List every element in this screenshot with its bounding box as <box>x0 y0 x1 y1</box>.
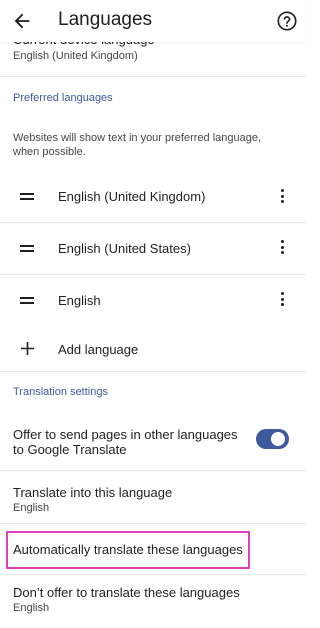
divider <box>0 371 306 372</box>
translate-into-language-row[interactable]: Translate into this language English <box>0 471 306 523</box>
preferred-language-row[interactable]: English (United States) <box>0 223 306 274</box>
languages-settings-list: Current device language English (United … <box>0 0 306 628</box>
add-icon <box>21 342 34 355</box>
dont-offer-value: English <box>13 602 50 614</box>
preferred-languages-description: Websites will show text in your preferre… <box>13 132 262 144</box>
preferred-language-row[interactable]: English <box>0 275 306 326</box>
more-vert-icon[interactable] <box>278 189 286 205</box>
preferred-languages-description-cont: when possible. <box>13 146 86 158</box>
more-vert-icon[interactable] <box>278 240 286 256</box>
language-label: English (United States) <box>58 241 191 256</box>
more-vert-icon[interactable] <box>278 292 286 308</box>
divider <box>0 76 306 77</box>
translate-into-value: English <box>13 502 50 514</box>
language-label: English (United Kingdom) <box>58 189 206 204</box>
drag-handle-icon[interactable] <box>20 245 34 253</box>
add-language-label: Add language <box>58 342 139 357</box>
dont-offer-translate-row[interactable]: Don’t offer to translate these languages… <box>0 575 306 628</box>
toggle-knob <box>271 432 285 446</box>
highlight-box <box>6 531 250 569</box>
current-device-language-value: English (United Kingdom) <box>13 50 138 62</box>
arrow-back-icon[interactable] <box>11 10 33 32</box>
offer-to-translate-label-cont: to Google Translate <box>13 442 127 457</box>
page-title: Languages <box>58 9 153 30</box>
preferred-languages-header: Preferred languages <box>13 92 113 104</box>
translation-settings-header: Translation settings <box>13 386 108 398</box>
dont-offer-title: Don’t offer to translate these languages <box>13 585 240 600</box>
offer-to-translate-label: Offer to send pages in other languages <box>13 427 238 442</box>
add-language-button[interactable]: Add language <box>0 327 306 371</box>
offer-to-translate-toggle[interactable] <box>256 429 289 449</box>
translate-into-title: Translate into this language <box>13 485 173 500</box>
drag-handle-icon[interactable] <box>20 193 34 201</box>
drag-handle-icon[interactable] <box>20 297 34 305</box>
help-icon[interactable] <box>276 10 298 32</box>
language-label: English <box>58 293 101 308</box>
preferred-language-row[interactable]: English (United Kingdom) <box>0 171 306 222</box>
app-bar: Languages <box>0 0 306 42</box>
